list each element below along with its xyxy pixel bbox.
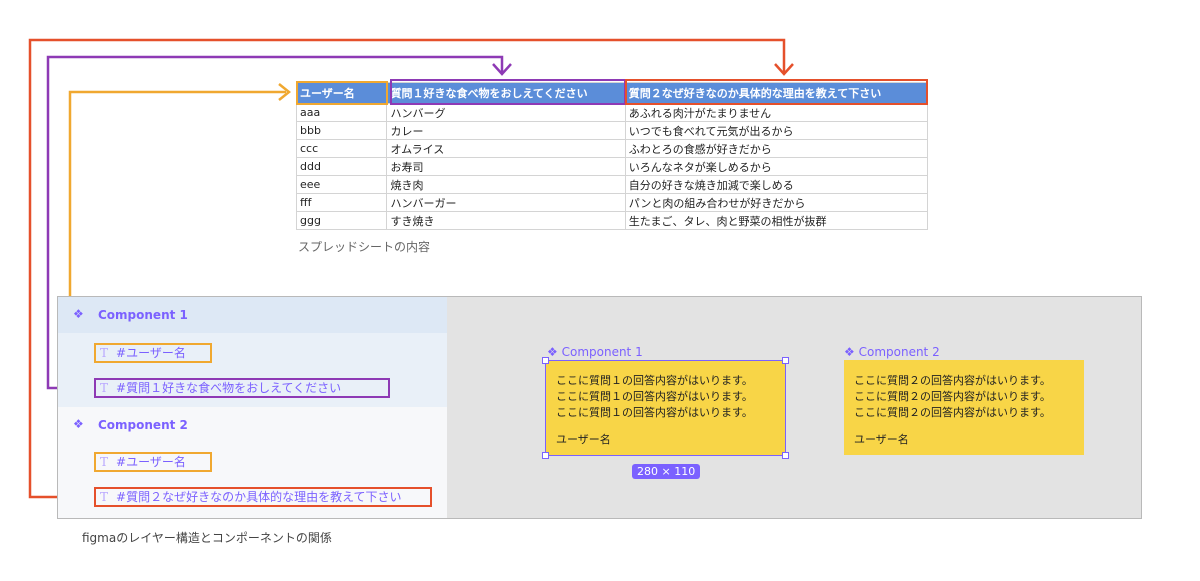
resize-handle[interactable]: [782, 357, 789, 364]
card1-line: ここに質問１の回答内容がはいります。: [556, 390, 753, 403]
layer-c1-username[interactable]: T #ユーザー名: [94, 343, 212, 363]
table-row: fff ハンバーガー パンと肉の組み合わせが好きだから: [295, 193, 929, 212]
table-cell[interactable]: パンと肉の組み合わせが好きだから: [624, 193, 929, 212]
figma-caption: figmaのレイヤー構造とコンポーネントの関係: [82, 531, 332, 545]
table-cell[interactable]: カレー: [386, 121, 626, 140]
card2-line: ここに質問２の回答内容がはいります。: [854, 390, 1051, 403]
table-row: bbb カレー いつでも食べれて元気が出るから: [295, 121, 929, 140]
table-cell[interactable]: お寿司: [386, 157, 626, 176]
table-cell[interactable]: 生たまご、タレ、肉と野菜の相性が抜群: [624, 211, 929, 230]
table-cell[interactable]: 焼き肉: [386, 175, 626, 194]
card1-line: ここに質問１の回答内容がはいります。: [556, 374, 753, 387]
layer-text: #ユーザー名: [116, 455, 186, 469]
card1-label[interactable]: ❖ Component 1: [547, 345, 643, 359]
table-cell[interactable]: いつでも食べれて元気が出るから: [624, 121, 929, 140]
table-row: aaa ハンバーグ あふれる肉汁がたまりません: [295, 103, 929, 122]
layer-text: #質問２なぜ好きなのか具体的な理由を教えて下さい: [116, 490, 402, 504]
table-cell[interactable]: いろんなネタが楽しめるから: [624, 157, 929, 176]
card1-line: ここに質問１の回答内容がはいります。: [556, 406, 753, 419]
table-row: ddd お寿司 いろんなネタが楽しめるから: [295, 157, 929, 176]
text-layer-icon: T: [100, 346, 109, 360]
table-cell[interactable]: aaa: [295, 103, 388, 122]
table-cell[interactable]: すき焼き: [386, 211, 626, 230]
layers-panel: ❖ Component 1 ❖ Component 2 T #ユーザー名 T #質問…: [58, 297, 447, 518]
figma-panel: ❖ Component 1 ❖ Component 2 T #ユーザー名 T #質問…: [57, 296, 1142, 519]
card1-label-text: Component 1: [561, 345, 643, 359]
layer-c2-question2[interactable]: T #質問２なぜ好きなのか具体的な理由を教えて下さい: [94, 487, 432, 507]
component2-layer-label: Component 2: [98, 418, 188, 432]
table-cell[interactable]: ハンバーグ: [386, 103, 626, 122]
card1-username: ユーザー名: [556, 433, 611, 446]
table-cell[interactable]: fff: [295, 193, 388, 212]
table-cell[interactable]: あふれる肉汁がたまりません: [624, 103, 929, 122]
component-diamond-icon: ❖: [73, 417, 84, 431]
table-cell[interactable]: bbb: [295, 121, 388, 140]
table-cell[interactable]: ddd: [295, 157, 388, 176]
table-row: eee 焼き肉 自分の好きな焼き加減で楽しめる: [295, 175, 929, 194]
table-row: ggg すき焼き 生たまご、タレ、肉と野菜の相性が抜群: [295, 211, 929, 230]
spreadsheet-caption: スプレッドシートの内容: [298, 240, 431, 254]
layer-text: #ユーザー名: [116, 346, 186, 360]
resize-handle[interactable]: [542, 452, 549, 459]
username-header-highlight: [296, 81, 388, 105]
resize-handle[interactable]: [782, 452, 789, 459]
dimensions-badge: 280 × 110: [632, 464, 701, 479]
card2-line: ここに質問２の回答内容がはいります。: [854, 406, 1051, 419]
table-cell[interactable]: ggg: [295, 211, 388, 230]
component1-layer-label: Component 1: [98, 308, 188, 322]
component1-card[interactable]: ここに質問１の回答内容がはいります。 ここに質問１の回答内容がはいります。 ここ…: [545, 360, 786, 456]
question2-header-highlight: [625, 79, 928, 105]
table-cell[interactable]: オムライス: [386, 139, 626, 158]
text-layer-icon: T: [100, 490, 109, 504]
card2-label-text: Component 2: [858, 345, 940, 359]
table-cell[interactable]: 自分の好きな焼き加減で楽しめる: [624, 175, 929, 194]
table-cell[interactable]: eee: [295, 175, 388, 194]
layer-c2-username[interactable]: T #ユーザー名: [94, 452, 212, 472]
card2-username: ユーザー名: [854, 433, 909, 446]
layer-c1-question1[interactable]: T #質問１好きな食べ物をおしえてください: [94, 378, 390, 398]
card2-label[interactable]: ❖ Component 2: [844, 345, 940, 359]
layer-row-component2[interactable]: ❖ Component 2: [58, 407, 447, 443]
table-cell[interactable]: ccc: [295, 139, 388, 158]
table-cell[interactable]: ふわとろの食感が好きだから: [624, 139, 929, 158]
text-layer-icon: T: [100, 381, 109, 395]
layer-row-component1[interactable]: ❖ Component 1: [58, 297, 447, 333]
component-diamond-icon: ❖: [73, 307, 84, 321]
question1-header-highlight: [390, 79, 626, 105]
card2-line: ここに質問２の回答内容がはいります。: [854, 374, 1051, 387]
text-layer-icon: T: [100, 455, 109, 469]
layer-text: #質問１好きな食べ物をおしえてください: [116, 381, 342, 395]
component-diamond-icon: ❖: [844, 345, 855, 359]
table-row: ccc オムライス ふわとろの食感が好きだから: [295, 139, 929, 158]
table-cell[interactable]: ハンバーガー: [386, 193, 626, 212]
component2-card[interactable]: ここに質問２の回答内容がはいります。 ここに質問２の回答内容がはいります。 ここ…: [844, 360, 1084, 455]
resize-handle[interactable]: [542, 357, 549, 364]
